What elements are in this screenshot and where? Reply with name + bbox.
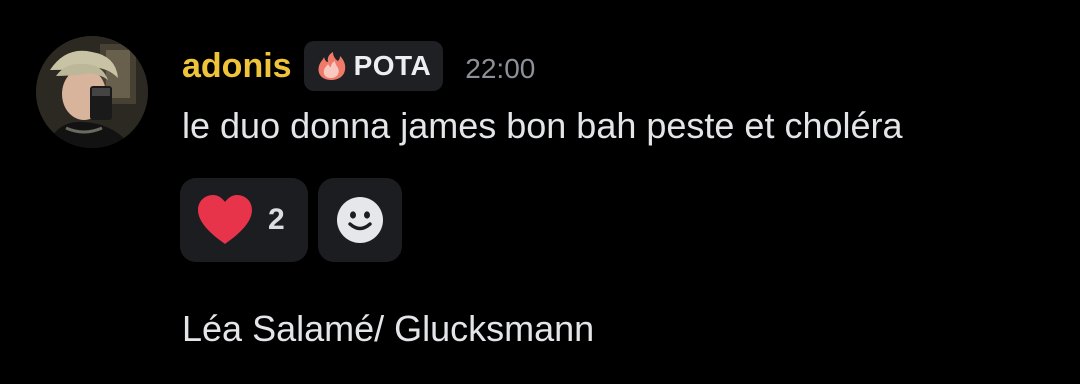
message-text: le duo donna james bon bah peste et chol… <box>182 105 903 146</box>
add-reaction-smiley-icon <box>337 197 383 243</box>
author-name[interactable]: adonis <box>182 40 292 92</box>
next-message-text: Léa Salamé/ Glucksmann <box>182 308 595 349</box>
avatar[interactable] <box>36 36 148 148</box>
message-header: adonis POTA 22:00 <box>182 40 535 92</box>
heart-icon <box>198 195 252 244</box>
server-tag-badge[interactable]: POTA <box>303 41 444 91</box>
add-reaction-button[interactable] <box>318 178 402 262</box>
heart-reaction-button[interactable]: 2 <box>180 178 308 262</box>
message-timestamp[interactable]: 22:00 <box>465 53 535 85</box>
reaction-count: 2 <box>268 203 285 236</box>
reactions-bar: 2 <box>180 178 402 262</box>
user-avatar-image <box>36 36 148 148</box>
fire-icon <box>318 52 345 80</box>
server-tag-label: POTA <box>353 50 432 81</box>
